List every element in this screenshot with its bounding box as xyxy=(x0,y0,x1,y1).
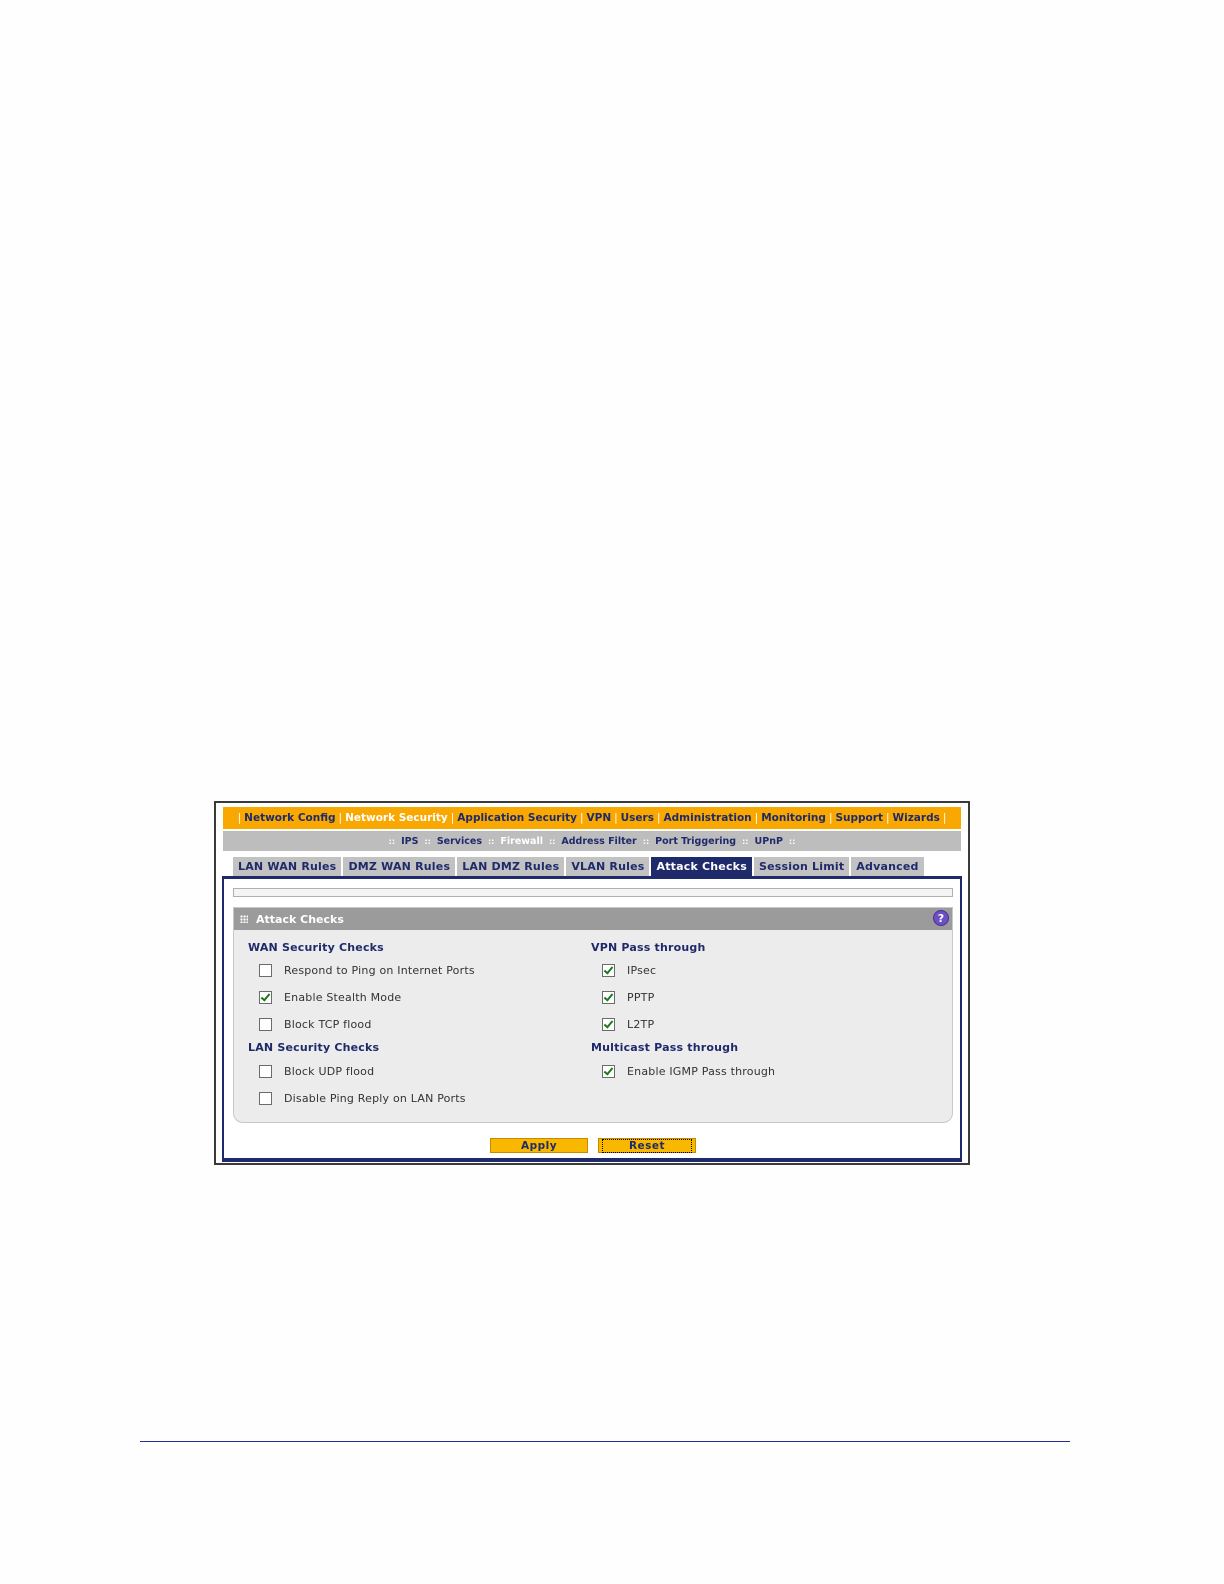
subnav-separator: :: xyxy=(642,836,650,846)
top-nav-users[interactable]: Users xyxy=(621,812,654,824)
tab-vlan-rules[interactable]: VLAN Rules xyxy=(566,857,650,876)
panel-title: Attack Checks xyxy=(256,912,344,926)
option-label: Disable Ping Reply on LAN Ports xyxy=(284,1092,466,1105)
option-label: Respond to Ping on Internet Ports xyxy=(284,964,475,977)
nav-separator: | xyxy=(656,812,661,824)
pptp-checkbox[interactable] xyxy=(602,991,615,1004)
top-nav-network-config[interactable]: Network Config xyxy=(244,812,335,824)
nav-separator: | xyxy=(754,812,759,824)
option-label: PPTP xyxy=(627,991,655,1004)
message-bar xyxy=(233,888,953,897)
sub-nav: :: IPS:: Services:: Firewall:: Address Filte… xyxy=(223,831,961,851)
top-nav-support[interactable]: Support xyxy=(835,812,882,824)
top-nav-application-security[interactable]: Application Security xyxy=(457,812,577,824)
subnav-separator: :: xyxy=(487,836,495,846)
top-nav-network-security[interactable]: Network Security xyxy=(345,812,448,824)
sub-nav-upnp[interactable]: UPnP xyxy=(755,836,783,847)
nav-separator: | xyxy=(579,812,584,824)
tab-advanced[interactable]: Advanced xyxy=(851,857,924,876)
sub-nav-firewall[interactable]: Firewall xyxy=(500,836,543,847)
tab-dmz-wan-rules[interactable]: DMZ WAN Rules xyxy=(343,857,456,876)
tab-attack-checks[interactable]: Attack Checks xyxy=(651,857,752,876)
top-nav-monitoring[interactable]: Monitoring xyxy=(761,812,826,824)
tab-lan-dmz-rules[interactable]: LAN DMZ Rules xyxy=(457,857,565,876)
block-udp-flood-checkbox[interactable] xyxy=(259,1065,272,1078)
option-block-tcp-flood: Block TCP flood xyxy=(259,1018,372,1031)
sub-nav-port-triggering[interactable]: Port Triggering xyxy=(655,836,736,847)
wan-security-title: WAN Security Checks xyxy=(248,941,384,954)
nav-separator: | xyxy=(614,812,618,824)
content-area: Attack Checks ? WAN Security Checks VPN … xyxy=(222,876,962,1162)
footer-rule xyxy=(140,1441,1070,1442)
sub-nav-address-filter[interactable]: Address Filter xyxy=(561,836,636,847)
l2tp-checkbox[interactable] xyxy=(602,1018,615,1031)
top-nav-administration[interactable]: Administration xyxy=(664,812,752,824)
stealth-mode-checkbox[interactable] xyxy=(259,991,272,1004)
disable-ping-reply-checkbox[interactable] xyxy=(259,1092,272,1105)
attack-checks-panel: Attack Checks ? WAN Security Checks VPN … xyxy=(233,907,953,1123)
nav-separator: | xyxy=(450,812,455,824)
ipsec-checkbox[interactable] xyxy=(602,964,615,977)
subnav-separator: :: xyxy=(548,836,556,846)
option-label: Block TCP flood xyxy=(284,1018,372,1031)
option-disable-ping-reply: Disable Ping Reply on LAN Ports xyxy=(259,1092,466,1105)
subnav-separator: :: xyxy=(424,836,431,846)
respond-ping-checkbox[interactable] xyxy=(259,964,272,977)
reset-button[interactable]: Reset xyxy=(598,1138,696,1153)
router-admin-window: | Network Config | Network Security | Applica… xyxy=(214,801,970,1165)
firewall-tabs: LAN WAN Rules DMZ WAN Rules LAN DMZ Rules V… xyxy=(233,857,926,876)
reset-label: Reset xyxy=(601,1139,693,1153)
option-pptp: PPTP xyxy=(602,991,654,1004)
option-block-udp-flood: Block UDP flood xyxy=(259,1065,374,1078)
subnav-separator: :: xyxy=(788,836,796,846)
multicast-pass-through-title: Multicast Pass through xyxy=(591,1041,739,1054)
top-nav-wizards[interactable]: Wizards xyxy=(893,812,940,824)
top-nav: | Network Config | Network Security | Applica… xyxy=(223,807,961,829)
apply-button[interactable]: Apply xyxy=(490,1138,588,1153)
option-stealth-mode: Enable Stealth Mode xyxy=(259,991,401,1004)
panel-header: Attack Checks ? xyxy=(234,908,952,930)
option-label: IPsec xyxy=(627,964,657,977)
subnav-separator: :: xyxy=(742,836,749,846)
nav-separator: | xyxy=(338,812,343,824)
sub-nav-services[interactable]: Services xyxy=(437,836,482,847)
option-label: Enable IGMP Pass through xyxy=(627,1065,776,1078)
option-label: Block UDP flood xyxy=(284,1065,375,1078)
tab-session-limit[interactable]: Session Limit xyxy=(753,857,850,876)
sub-nav-ips[interactable]: IPS xyxy=(401,836,418,847)
tab-lan-wan-rules[interactable]: LAN WAN Rules xyxy=(233,857,342,876)
top-nav-vpn[interactable]: VPN xyxy=(587,812,612,824)
option-label: L2TP xyxy=(627,1018,655,1031)
grip-icon xyxy=(240,915,248,923)
igmp-checkbox[interactable] xyxy=(602,1065,615,1078)
vpn-pass-through-title: VPN Pass through xyxy=(591,941,706,954)
option-igmp-pass-through: Enable IGMP Pass through xyxy=(602,1065,775,1078)
subnav-separator: :: xyxy=(388,836,396,846)
nav-separator: | xyxy=(237,812,242,824)
help-icon[interactable]: ? xyxy=(933,910,949,926)
nav-separator: | xyxy=(942,812,947,824)
option-label: Enable Stealth Mode xyxy=(284,991,402,1004)
lan-security-title: LAN Security Checks xyxy=(248,1041,380,1054)
nav-separator: | xyxy=(885,812,890,824)
nav-separator: | xyxy=(828,812,833,824)
option-ipsec: IPsec xyxy=(602,964,656,977)
block-tcp-flood-checkbox[interactable] xyxy=(259,1018,272,1031)
option-respond-ping: Respond to Ping on Internet Ports xyxy=(259,964,475,977)
option-l2tp: L2TP xyxy=(602,1018,654,1031)
